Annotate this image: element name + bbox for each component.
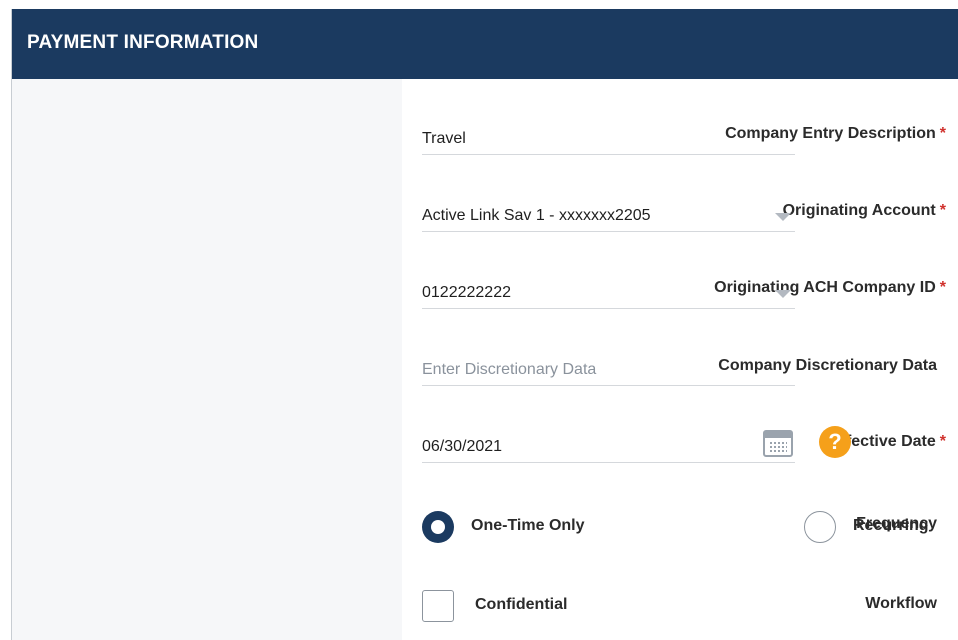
effective-date-value: 06/30/2021 [422, 438, 503, 455]
payment-information-panel: PAYMENT INFORMATION Company Entry Descri… [11, 9, 958, 640]
label-text: Workflow [865, 595, 937, 612]
required-marker: * [939, 279, 946, 296]
help-icon[interactable]: ? [819, 426, 851, 458]
originating-ach-company-id-value: 0122222222 [422, 284, 511, 301]
label-column [12, 79, 402, 640]
calendar-icon[interactable] [763, 430, 793, 457]
chevron-down-icon[interactable] [775, 213, 791, 221]
recurring-label[interactable]: Recurring [853, 517, 929, 535]
effective-date-input[interactable]: 06/30/2021 [422, 430, 795, 463]
panel-title: PAYMENT INFORMATION [27, 32, 259, 53]
company-discretionary-data-placeholder: Enter Discretionary Data [422, 361, 597, 378]
required-marker: * [939, 202, 946, 219]
originating-ach-company-id-select[interactable]: 0122222222 [422, 278, 795, 309]
originating-account-select[interactable]: Active Link Sav 1 - xxxxxxx2205 [422, 201, 795, 232]
one-time-only-radio[interactable] [422, 511, 454, 543]
chevron-down-icon[interactable] [775, 290, 791, 298]
required-marker: * [939, 125, 946, 142]
company-entry-description-field[interactable]: Travel [422, 124, 795, 155]
company-discretionary-data-input[interactable]: Enter Discretionary Data [422, 355, 795, 386]
confidential-checkbox[interactable] [422, 590, 454, 622]
panel-header: PAYMENT INFORMATION [12, 9, 958, 79]
originating-account-value: Active Link Sav 1 - xxxxxxx2205 [422, 207, 651, 224]
one-time-only-label[interactable]: One-Time Only [471, 517, 585, 535]
company-entry-description-value: Travel [422, 130, 466, 147]
recurring-radio[interactable] [804, 511, 836, 543]
workflow-label: Workflow [589, 595, 958, 613]
label-text: Originating Account [782, 202, 936, 219]
required-marker: * [939, 433, 946, 450]
confidential-label[interactable]: Confidential [475, 596, 567, 614]
